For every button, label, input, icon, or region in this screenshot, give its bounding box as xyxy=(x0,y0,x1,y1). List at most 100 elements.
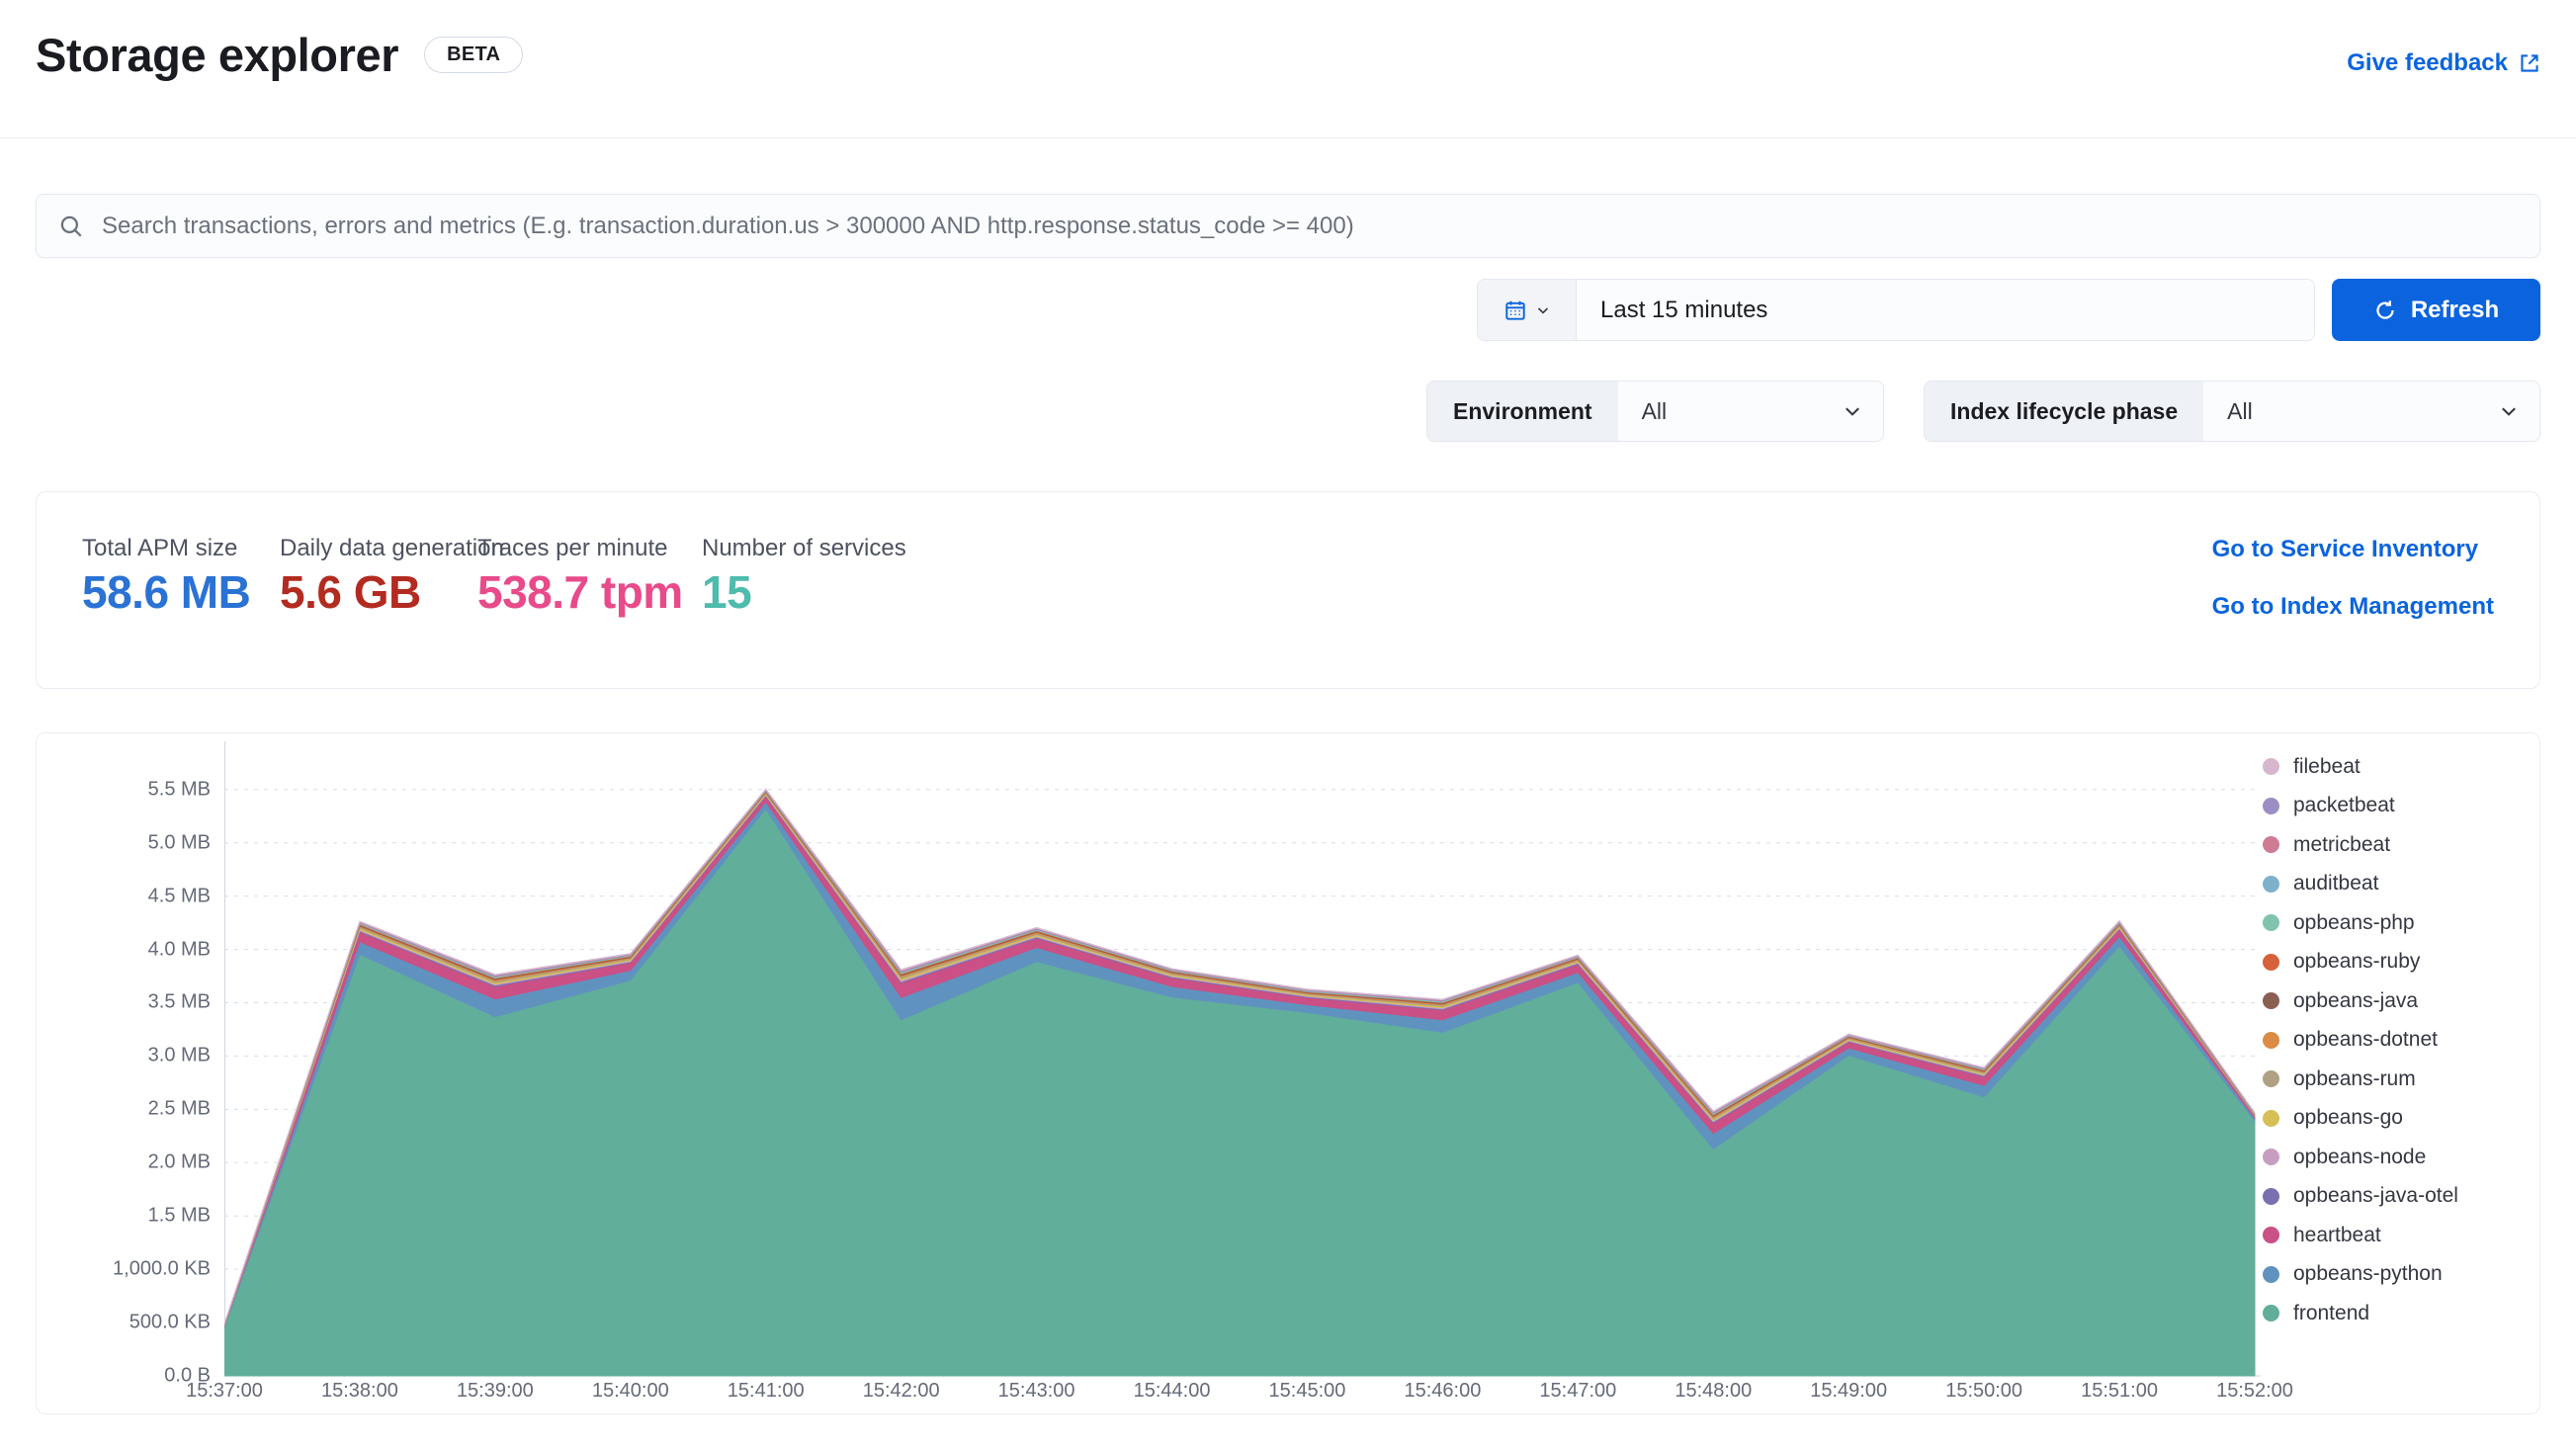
x-axis-tick: 15:46:00 xyxy=(1404,1380,1482,1402)
chart-series-area xyxy=(224,808,2256,1377)
x-axis-tick: 15:52:00 xyxy=(2216,1380,2293,1402)
chart-x-axis: 15:37:00 15:38:00 15:39:00 15:40:00 15:41:00… xyxy=(186,1374,2539,1413)
legend-item[interactable]: metricbeat xyxy=(2263,825,2518,865)
x-axis-tick: 15:37:00 xyxy=(186,1380,263,1402)
y-axis-tick: 3.5 MB xyxy=(147,990,211,1013)
chart-series-svg xyxy=(224,741,2261,1377)
summary-link[interactable]: Go to Index Management xyxy=(2212,593,2494,621)
legend-item[interactable]: auditbeat xyxy=(2263,865,2518,904)
legend-label: opbeans-node xyxy=(2293,1145,2427,1168)
legend-color-dot xyxy=(2263,1187,2279,1205)
y-axis-tick: 5.5 MB xyxy=(147,778,211,801)
x-axis-tick: 15:38:00 xyxy=(320,1380,398,1402)
y-axis-tick: 500.0 KB xyxy=(129,1311,211,1333)
environment-filter-label: Environment xyxy=(1427,382,1618,441)
chevron-down-icon xyxy=(1535,302,1551,318)
legend-color-dot xyxy=(2263,875,2279,893)
date-picker[interactable]: Last 15 minutes xyxy=(1477,279,2315,341)
date-range-value[interactable]: Last 15 minutes xyxy=(1577,280,2314,340)
environment-filter-select[interactable]: All xyxy=(1617,382,1883,441)
search-placeholder: Search transactions, errors and metrics … xyxy=(102,212,1354,239)
beta-badge: BETA xyxy=(424,37,524,73)
chevron-down-icon xyxy=(2498,400,2520,422)
legend-item[interactable]: opbeans-rum xyxy=(2263,1060,2518,1099)
stat-label: Total APM size xyxy=(82,535,238,561)
legend-label: opbeans-python xyxy=(2293,1262,2443,1286)
x-axis-tick: 15:51:00 xyxy=(2081,1380,2158,1402)
filter-row: Environment All Index lifecycle phase Al… xyxy=(0,381,2576,446)
legend-color-dot xyxy=(2263,992,2279,1010)
x-axis-tick: 15:39:00 xyxy=(456,1380,534,1402)
x-axis-tick: 15:49:00 xyxy=(1810,1380,1888,1402)
legend-label: filebeat xyxy=(2293,754,2361,778)
stat-label: Traces per minute xyxy=(477,535,668,561)
legend-label: opbeans-php xyxy=(2293,910,2415,934)
x-axis-tick: 15:50:00 xyxy=(1945,1380,2023,1402)
legend-item[interactable]: opbeans-python xyxy=(2263,1255,2518,1295)
legend-color-dot xyxy=(2263,1227,2279,1244)
legend-item[interactable]: opbeans-node xyxy=(2263,1138,2518,1177)
legend-item[interactable]: packetbeat xyxy=(2263,787,2518,826)
x-axis-tick: 15:45:00 xyxy=(1268,1380,1346,1402)
legend-color-dot xyxy=(2263,1109,2279,1127)
legend-color-dot xyxy=(2263,797,2279,814)
legend-label: opbeans-java xyxy=(2293,988,2419,1012)
legend-color-dot xyxy=(2263,953,2279,971)
legend-color-dot xyxy=(2263,1149,2279,1166)
refresh-label: Refresh xyxy=(2410,296,2500,323)
calendar-icon xyxy=(1503,298,1527,322)
legend-color-dot xyxy=(2263,914,2279,932)
stat-card: Traces per minute 538.7 tpm xyxy=(477,535,702,616)
stat-card: Number of services 15 xyxy=(702,535,906,618)
give-feedback-link[interactable]: Give feedback xyxy=(2347,49,2540,77)
refresh-icon xyxy=(2373,298,2397,322)
y-axis-tick: 3.0 MB xyxy=(147,1044,211,1066)
legend-label: auditbeat xyxy=(2293,872,2379,895)
y-axis-tick: 5.0 MB xyxy=(147,831,211,854)
stat-value: 15 xyxy=(702,566,752,618)
legend-color-dot xyxy=(2263,1070,2279,1088)
legend-item[interactable]: opbeans-java-otel xyxy=(2263,1177,2518,1217)
x-axis-tick: 15:42:00 xyxy=(862,1380,940,1402)
search-input[interactable]: Search transactions, errors and metrics … xyxy=(36,194,2540,258)
legend-label: opbeans-ruby xyxy=(2293,950,2421,974)
stat-label: Number of services xyxy=(702,535,906,561)
refresh-button[interactable]: Refresh xyxy=(2332,279,2540,341)
legend-label: opbeans-rum xyxy=(2293,1066,2416,1090)
legend-item[interactable]: opbeans-dotnet xyxy=(2263,1021,2518,1061)
chart-plot-area[interactable] xyxy=(224,733,2539,1413)
legend-item[interactable]: opbeans-java xyxy=(2263,981,2518,1021)
page-title: Storage explorer xyxy=(36,29,399,81)
legend-label: opbeans-java-otel xyxy=(2293,1184,2458,1208)
external-link-icon xyxy=(2519,52,2540,74)
legend-item[interactable]: heartbeat xyxy=(2263,1216,2518,1255)
page-header: Storage explorer BETA Give feedback xyxy=(0,0,2576,138)
index-lifecycle-phase-filter-select[interactable]: All xyxy=(2203,382,2539,441)
search-icon xyxy=(58,213,84,239)
stat-label: Daily data generation xyxy=(280,535,504,561)
index-lifecycle-phase-filter[interactable]: Index lifecycle phase All xyxy=(1924,381,2540,442)
summary-link[interactable]: Go to Service Inventory xyxy=(2212,536,2494,563)
legend-label: heartbeat xyxy=(2293,1223,2381,1246)
chevron-down-icon xyxy=(1842,400,1863,422)
x-axis-tick: 15:44:00 xyxy=(1133,1380,1211,1402)
time-filter-row: Last 15 minutes Refresh xyxy=(0,279,2576,348)
legend-item[interactable]: opbeans-go xyxy=(2263,1099,2518,1139)
title-row: Storage explorer BETA xyxy=(36,28,524,82)
legend-item[interactable]: frontend xyxy=(2263,1294,2518,1333)
stat-value: 5.6 GB xyxy=(280,566,421,618)
legend-item[interactable]: filebeat xyxy=(2263,747,2518,787)
storage-chart-panel: 5.5 MB 5.0 MB 4.5 MB 4.0 MB 3.5 MB 3.0 MB 2.5 … xyxy=(36,732,2540,1414)
y-axis-tick: 2.0 MB xyxy=(147,1151,211,1173)
legend-label: packetbeat xyxy=(2293,794,2395,817)
environment-filter[interactable]: Environment All xyxy=(1426,381,1884,442)
legend-item[interactable]: opbeans-php xyxy=(2263,903,2518,943)
summary-links: Go to Service Inventory Go to Index Manag… xyxy=(2212,536,2494,650)
quick-select-button[interactable] xyxy=(1478,280,1577,340)
legend-label: metricbeat xyxy=(2293,832,2391,856)
legend-item[interactable]: opbeans-ruby xyxy=(2263,943,2518,982)
stat-value: 58.6 MB xyxy=(82,566,251,618)
stat-value: 538.7 tpm xyxy=(477,566,683,618)
x-axis-tick: 15:41:00 xyxy=(727,1380,805,1402)
stat-card: Total APM size 58.6 MB xyxy=(82,535,280,616)
